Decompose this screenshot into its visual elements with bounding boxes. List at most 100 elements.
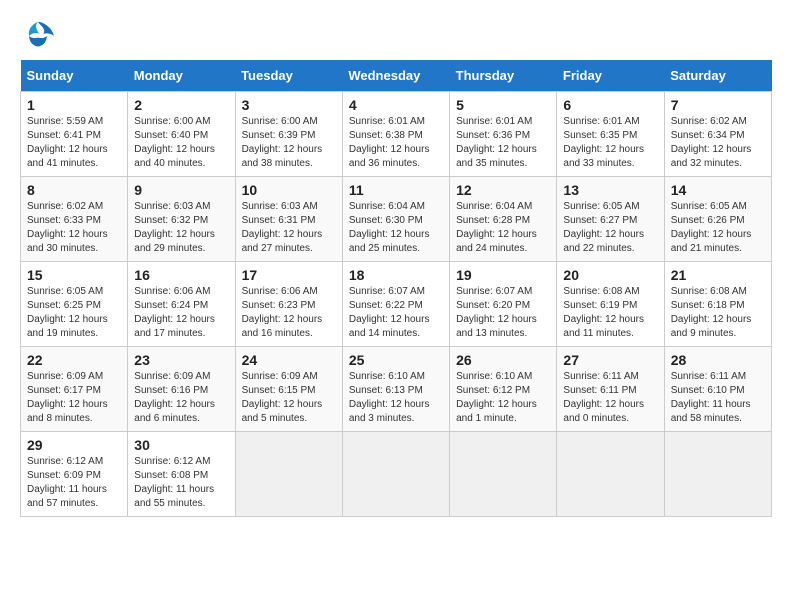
calendar-day-cell: 10 Sunrise: 6:03 AM Sunset: 6:31 PM Dayli… bbox=[235, 177, 342, 262]
calendar-day-cell: 3 Sunrise: 6:00 AM Sunset: 6:39 PM Daylig… bbox=[235, 92, 342, 177]
calendar-day-cell: 21 Sunrise: 6:08 AM Sunset: 6:18 PM Dayli… bbox=[664, 262, 771, 347]
day-detail: Sunrise: 6:06 AM Sunset: 6:23 PM Dayligh… bbox=[242, 285, 336, 341]
calendar-day-cell: 9Sunrise: 6:03 AM Sunset: 6:32 PM Daylig… bbox=[128, 177, 235, 262]
header bbox=[20, 20, 772, 50]
day-detail: Sunrise: 5:59 AM Sunset: 6:41 PM Dayligh… bbox=[27, 115, 121, 171]
calendar-day-cell: 12 Sunrise: 6:04 AM Sunset: 6:28 PM Dayli… bbox=[450, 177, 557, 262]
day-number: 13 bbox=[563, 182, 657, 198]
day-number: 1 bbox=[27, 97, 121, 113]
calendar-week-row: 29 Sunrise: 6:12 AM Sunset: 6:09 PM Dayli… bbox=[21, 432, 772, 517]
day-number: 26 bbox=[456, 352, 550, 368]
calendar-day-cell: 4 Sunrise: 6:01 AM Sunset: 6:38 PM Daylig… bbox=[342, 92, 449, 177]
day-detail: Sunrise: 6:05 AM Sunset: 6:25 PM Dayligh… bbox=[27, 285, 121, 341]
day-number: 4 bbox=[349, 97, 443, 113]
calendar-day-cell: 5 Sunrise: 6:01 AM Sunset: 6:36 PM Daylig… bbox=[450, 92, 557, 177]
day-detail: Sunrise: 6:01 AM Sunset: 6:38 PM Dayligh… bbox=[349, 115, 443, 171]
logo-icon bbox=[20, 20, 56, 50]
weekday-header-sunday: Sunday bbox=[21, 60, 128, 92]
calendar-day-cell: 8Sunrise: 6:02 AM Sunset: 6:33 PM Daylig… bbox=[21, 177, 128, 262]
calendar-day-cell bbox=[557, 432, 664, 517]
calendar-day-cell: 17Sunrise: 6:06 AM Sunset: 6:23 PM Dayli… bbox=[235, 262, 342, 347]
calendar-day-cell bbox=[235, 432, 342, 517]
day-detail: Sunrise: 6:05 AM Sunset: 6:27 PM Dayligh… bbox=[563, 200, 657, 256]
day-detail: Sunrise: 6:09 AM Sunset: 6:17 PM Dayligh… bbox=[27, 370, 121, 426]
calendar-day-cell: 29 Sunrise: 6:12 AM Sunset: 6:09 PM Dayli… bbox=[21, 432, 128, 517]
calendar-week-row: 8Sunrise: 6:02 AM Sunset: 6:33 PM Daylig… bbox=[21, 177, 772, 262]
day-number: 6 bbox=[563, 97, 657, 113]
weekday-header-row: SundayMondayTuesdayWednesdayThursdayFrid… bbox=[21, 60, 772, 92]
calendar-day-cell: 7 Sunrise: 6:02 AM Sunset: 6:34 PM Daylig… bbox=[664, 92, 771, 177]
day-detail: Sunrise: 6:00 AM Sunset: 6:40 PM Dayligh… bbox=[134, 115, 228, 171]
calendar-day-cell: 1 Sunrise: 5:59 AM Sunset: 6:41 PM Daylig… bbox=[21, 92, 128, 177]
day-detail: Sunrise: 6:06 AM Sunset: 6:24 PM Dayligh… bbox=[134, 285, 228, 341]
day-number: 3 bbox=[242, 97, 336, 113]
day-detail: Sunrise: 6:01 AM Sunset: 6:35 PM Dayligh… bbox=[563, 115, 657, 171]
calendar-day-cell bbox=[450, 432, 557, 517]
calendar-day-cell: 20 Sunrise: 6:08 AM Sunset: 6:19 PM Dayli… bbox=[557, 262, 664, 347]
calendar-day-cell bbox=[664, 432, 771, 517]
day-number: 23 bbox=[134, 352, 228, 368]
day-detail: Sunrise: 6:11 AM Sunset: 6:10 PM Dayligh… bbox=[671, 370, 765, 426]
day-number: 21 bbox=[671, 267, 765, 283]
day-detail: Sunrise: 6:00 AM Sunset: 6:39 PM Dayligh… bbox=[242, 115, 336, 171]
day-detail: Sunrise: 6:01 AM Sunset: 6:36 PM Dayligh… bbox=[456, 115, 550, 171]
day-detail: Sunrise: 6:08 AM Sunset: 6:19 PM Dayligh… bbox=[563, 285, 657, 341]
day-detail: Sunrise: 6:02 AM Sunset: 6:34 PM Dayligh… bbox=[671, 115, 765, 171]
calendar-day-cell: 27 Sunrise: 6:11 AM Sunset: 6:11 PM Dayli… bbox=[557, 347, 664, 432]
calendar-day-cell: 28 Sunrise: 6:11 AM Sunset: 6:10 PM Dayli… bbox=[664, 347, 771, 432]
day-number: 22 bbox=[27, 352, 121, 368]
weekday-header-tuesday: Tuesday bbox=[235, 60, 342, 92]
calendar-day-cell: 26Sunrise: 6:10 AM Sunset: 6:12 PM Dayli… bbox=[450, 347, 557, 432]
day-detail: Sunrise: 6:07 AM Sunset: 6:22 PM Dayligh… bbox=[349, 285, 443, 341]
day-number: 29 bbox=[27, 437, 121, 453]
day-detail: Sunrise: 6:09 AM Sunset: 6:15 PM Dayligh… bbox=[242, 370, 336, 426]
calendar-week-row: 22 Sunrise: 6:09 AM Sunset: 6:17 PM Dayli… bbox=[21, 347, 772, 432]
day-detail: Sunrise: 6:03 AM Sunset: 6:31 PM Dayligh… bbox=[242, 200, 336, 256]
calendar-day-cell: 15 Sunrise: 6:05 AM Sunset: 6:25 PM Dayli… bbox=[21, 262, 128, 347]
day-number: 5 bbox=[456, 97, 550, 113]
calendar-day-cell: 19 Sunrise: 6:07 AM Sunset: 6:20 PM Dayli… bbox=[450, 262, 557, 347]
day-detail: Sunrise: 6:11 AM Sunset: 6:11 PM Dayligh… bbox=[563, 370, 657, 426]
day-detail: Sunrise: 6:03 AM Sunset: 6:32 PM Dayligh… bbox=[134, 200, 228, 256]
calendar-day-cell: 22 Sunrise: 6:09 AM Sunset: 6:17 PM Dayli… bbox=[21, 347, 128, 432]
weekday-header-saturday: Saturday bbox=[664, 60, 771, 92]
calendar-day-cell: 11Sunrise: 6:04 AM Sunset: 6:30 PM Dayli… bbox=[342, 177, 449, 262]
weekday-header-wednesday: Wednesday bbox=[342, 60, 449, 92]
day-number: 15 bbox=[27, 267, 121, 283]
day-number: 20 bbox=[563, 267, 657, 283]
day-detail: Sunrise: 6:12 AM Sunset: 6:09 PM Dayligh… bbox=[27, 455, 121, 511]
calendar-week-row: 15 Sunrise: 6:05 AM Sunset: 6:25 PM Dayli… bbox=[21, 262, 772, 347]
calendar-day-cell: 18 Sunrise: 6:07 AM Sunset: 6:22 PM Dayli… bbox=[342, 262, 449, 347]
day-number: 14 bbox=[671, 182, 765, 198]
day-number: 28 bbox=[671, 352, 765, 368]
day-number: 27 bbox=[563, 352, 657, 368]
weekday-header-thursday: Thursday bbox=[450, 60, 557, 92]
day-number: 11 bbox=[349, 182, 443, 198]
day-detail: Sunrise: 6:02 AM Sunset: 6:33 PM Dayligh… bbox=[27, 200, 121, 256]
calendar-day-cell: 16 Sunrise: 6:06 AM Sunset: 6:24 PM Dayli… bbox=[128, 262, 235, 347]
calendar-table: SundayMondayTuesdayWednesdayThursdayFrid… bbox=[20, 60, 772, 517]
calendar-day-cell: 24 Sunrise: 6:09 AM Sunset: 6:15 PM Dayli… bbox=[235, 347, 342, 432]
day-detail: Sunrise: 6:05 AM Sunset: 6:26 PM Dayligh… bbox=[671, 200, 765, 256]
day-number: 24 bbox=[242, 352, 336, 368]
day-number: 10 bbox=[242, 182, 336, 198]
day-detail: Sunrise: 6:07 AM Sunset: 6:20 PM Dayligh… bbox=[456, 285, 550, 341]
calendar-day-cell: 30Sunrise: 6:12 AM Sunset: 6:08 PM Dayli… bbox=[128, 432, 235, 517]
day-detail: Sunrise: 6:09 AM Sunset: 6:16 PM Dayligh… bbox=[134, 370, 228, 426]
calendar-day-cell bbox=[342, 432, 449, 517]
weekday-header-friday: Friday bbox=[557, 60, 664, 92]
day-detail: Sunrise: 6:08 AM Sunset: 6:18 PM Dayligh… bbox=[671, 285, 765, 341]
calendar-day-cell: 13 Sunrise: 6:05 AM Sunset: 6:27 PM Dayli… bbox=[557, 177, 664, 262]
day-detail: Sunrise: 6:04 AM Sunset: 6:28 PM Dayligh… bbox=[456, 200, 550, 256]
day-number: 19 bbox=[456, 267, 550, 283]
weekday-header-monday: Monday bbox=[128, 60, 235, 92]
day-number: 18 bbox=[349, 267, 443, 283]
day-number: 7 bbox=[671, 97, 765, 113]
day-number: 2 bbox=[134, 97, 228, 113]
calendar-day-cell: 6 Sunrise: 6:01 AM Sunset: 6:35 PM Daylig… bbox=[557, 92, 664, 177]
day-detail: Sunrise: 6:10 AM Sunset: 6:13 PM Dayligh… bbox=[349, 370, 443, 426]
calendar-day-cell: 23 Sunrise: 6:09 AM Sunset: 6:16 PM Dayli… bbox=[128, 347, 235, 432]
day-detail: Sunrise: 6:12 AM Sunset: 6:08 PM Dayligh… bbox=[134, 455, 228, 511]
day-number: 16 bbox=[134, 267, 228, 283]
day-number: 12 bbox=[456, 182, 550, 198]
